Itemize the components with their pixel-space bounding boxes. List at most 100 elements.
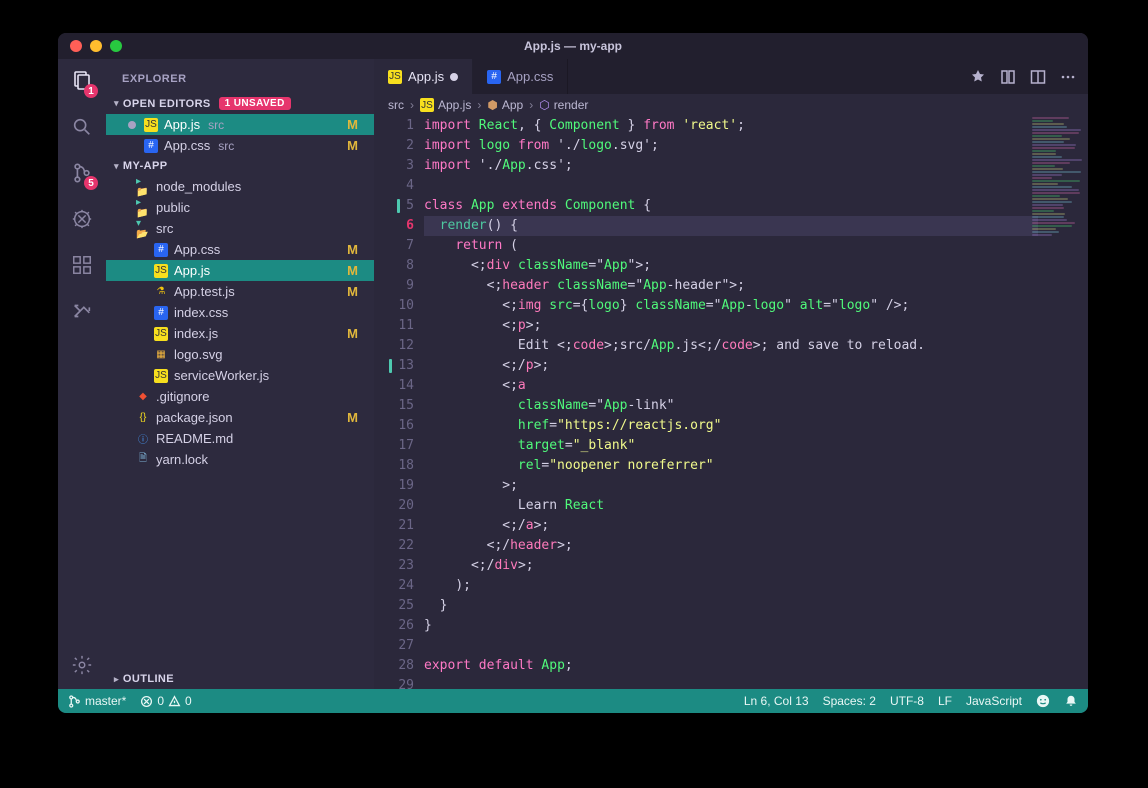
- line-number[interactable]: 14: [374, 376, 414, 396]
- line-number[interactable]: 15: [374, 396, 414, 416]
- code-line[interactable]: export default App;: [424, 656, 1038, 676]
- feedback-icon[interactable]: [1036, 694, 1050, 708]
- open-editors-header[interactable]: ▾ OPEN EDITORS 1 UNSAVED: [106, 93, 374, 114]
- code-line[interactable]: <;/header>;: [424, 536, 1038, 556]
- color-theme-icon[interactable]: [970, 69, 986, 85]
- file-tree-item[interactable]: {}package.jsonM: [106, 407, 374, 428]
- git-branch-status[interactable]: master*: [68, 694, 126, 708]
- code-line[interactable]: >;: [424, 476, 1038, 496]
- extensions-activity[interactable]: [68, 251, 96, 279]
- line-number[interactable]: 4: [374, 176, 414, 196]
- code-line[interactable]: <;a: [424, 376, 1038, 396]
- line-number[interactable]: 9: [374, 276, 414, 296]
- file-tree-item[interactable]: ⓘREADME.md: [106, 428, 374, 449]
- file-tree-item[interactable]: JSApp.jsM: [106, 260, 374, 281]
- line-number[interactable]: 28: [374, 656, 414, 676]
- file-tree-item[interactable]: ▸ 📁node_modules: [106, 176, 374, 197]
- line-number[interactable]: 13: [374, 356, 414, 376]
- file-tree-item[interactable]: ▸ 📁public: [106, 197, 374, 218]
- debug-activity[interactable]: [68, 205, 96, 233]
- open-changes-icon[interactable]: [1000, 69, 1016, 85]
- code-line[interactable]: import logo from './logo.svg';: [424, 136, 1038, 156]
- minimap[interactable]: [1028, 116, 1088, 246]
- breadcrumb-item[interactable]: ⬢App: [487, 98, 523, 112]
- code-line[interactable]: import './App.css';: [424, 156, 1038, 176]
- code-line[interactable]: <;header className="App-header">;: [424, 276, 1038, 296]
- breadcrumb-item[interactable]: src: [388, 98, 404, 112]
- file-tree-item[interactable]: ▾ 📂src: [106, 218, 374, 239]
- titlebar[interactable]: App.js — my-app: [58, 33, 1088, 59]
- line-number[interactable]: 6: [374, 216, 414, 236]
- line-number[interactable]: 25: [374, 596, 414, 616]
- file-tree-item[interactable]: ◆.gitignore: [106, 386, 374, 407]
- line-number[interactable]: 11: [374, 316, 414, 336]
- code-editor[interactable]: 1234567891011121314151617181920212223242…: [374, 116, 1088, 689]
- line-number[interactable]: 19: [374, 476, 414, 496]
- more-actions-icon[interactable]: [1060, 69, 1076, 85]
- breadcrumbs[interactable]: src›JSApp.js›⬢App›⬡render: [374, 94, 1088, 116]
- line-number[interactable]: 5: [374, 196, 414, 216]
- file-tree-item[interactable]: ⚗App.test.jsM: [106, 281, 374, 302]
- code-line[interactable]: <;img src={logo} className="App-logo" al…: [424, 296, 1038, 316]
- file-tree-item[interactable]: 🗎yarn.lock: [106, 449, 374, 470]
- editor-tab[interactable]: JSApp.js: [374, 59, 473, 94]
- language-status[interactable]: JavaScript: [966, 694, 1022, 708]
- problems-status[interactable]: 0 0: [140, 694, 191, 708]
- code-line[interactable]: return (: [424, 236, 1038, 256]
- code-line[interactable]: }: [424, 596, 1038, 616]
- line-number[interactable]: 21: [374, 516, 414, 536]
- line-number[interactable]: 10: [374, 296, 414, 316]
- code-line[interactable]: <;p>;: [424, 316, 1038, 336]
- line-number[interactable]: 24: [374, 576, 414, 596]
- code-line[interactable]: href="https://reactjs.org": [424, 416, 1038, 436]
- open-editor-item[interactable]: #App.csssrcM: [106, 135, 374, 156]
- line-number[interactable]: 27: [374, 636, 414, 656]
- line-number[interactable]: 2: [374, 136, 414, 156]
- indentation-status[interactable]: Spaces: 2: [823, 694, 876, 708]
- code-line[interactable]: target="_blank": [424, 436, 1038, 456]
- line-number[interactable]: 20: [374, 496, 414, 516]
- encoding-status[interactable]: UTF-8: [890, 694, 924, 708]
- code-line[interactable]: [424, 176, 1038, 196]
- git-graph-activity[interactable]: [68, 297, 96, 325]
- settings-activity[interactable]: [68, 651, 96, 679]
- breadcrumb-item[interactable]: JSApp.js: [420, 98, 471, 112]
- code-line[interactable]: Edit <;code>;src/App.js<;/code>; and sav…: [424, 336, 1038, 356]
- code-line[interactable]: import React, { Component } from 'react'…: [424, 116, 1038, 136]
- code-line[interactable]: render() {: [424, 216, 1038, 236]
- line-number[interactable]: 29: [374, 676, 414, 689]
- explorer-activity[interactable]: 1: [68, 67, 96, 95]
- line-number[interactable]: 16: [374, 416, 414, 436]
- editor-tab[interactable]: #App.css: [473, 59, 568, 94]
- file-tree-item[interactable]: JSserviceWorker.js: [106, 365, 374, 386]
- file-tree-item[interactable]: #index.css: [106, 302, 374, 323]
- search-activity[interactable]: [68, 113, 96, 141]
- code-line[interactable]: className="App-link": [424, 396, 1038, 416]
- notifications-icon[interactable]: [1064, 694, 1078, 708]
- file-tree-item[interactable]: JSindex.jsM: [106, 323, 374, 344]
- source-control-activity[interactable]: 5: [68, 159, 96, 187]
- outline-header[interactable]: ▸ OUTLINE: [106, 669, 374, 689]
- code-line[interactable]: rel="noopener noreferrer": [424, 456, 1038, 476]
- file-tree-item[interactable]: ▦logo.svg: [106, 344, 374, 365]
- code-line[interactable]: );: [424, 576, 1038, 596]
- line-number[interactable]: 8: [374, 256, 414, 276]
- code-line[interactable]: Learn React: [424, 496, 1038, 516]
- line-number[interactable]: 22: [374, 536, 414, 556]
- line-number[interactable]: 26: [374, 616, 414, 636]
- code-line[interactable]: class App extends Component {: [424, 196, 1038, 216]
- code-line[interactable]: [424, 636, 1038, 656]
- code-line[interactable]: <;div className="App">;: [424, 256, 1038, 276]
- code-line[interactable]: <;/div>;: [424, 556, 1038, 576]
- line-number[interactable]: 18: [374, 456, 414, 476]
- line-number[interactable]: 12: [374, 336, 414, 356]
- line-number[interactable]: 1: [374, 116, 414, 136]
- line-number[interactable]: 3: [374, 156, 414, 176]
- code-line[interactable]: [424, 676, 1038, 689]
- open-editor-item[interactable]: JSApp.jssrcM: [106, 114, 374, 135]
- code-line[interactable]: }: [424, 616, 1038, 636]
- line-number[interactable]: 17: [374, 436, 414, 456]
- split-editor-icon[interactable]: [1030, 69, 1046, 85]
- code-line[interactable]: <;/p>;: [424, 356, 1038, 376]
- file-tree-item[interactable]: #App.cssM: [106, 239, 374, 260]
